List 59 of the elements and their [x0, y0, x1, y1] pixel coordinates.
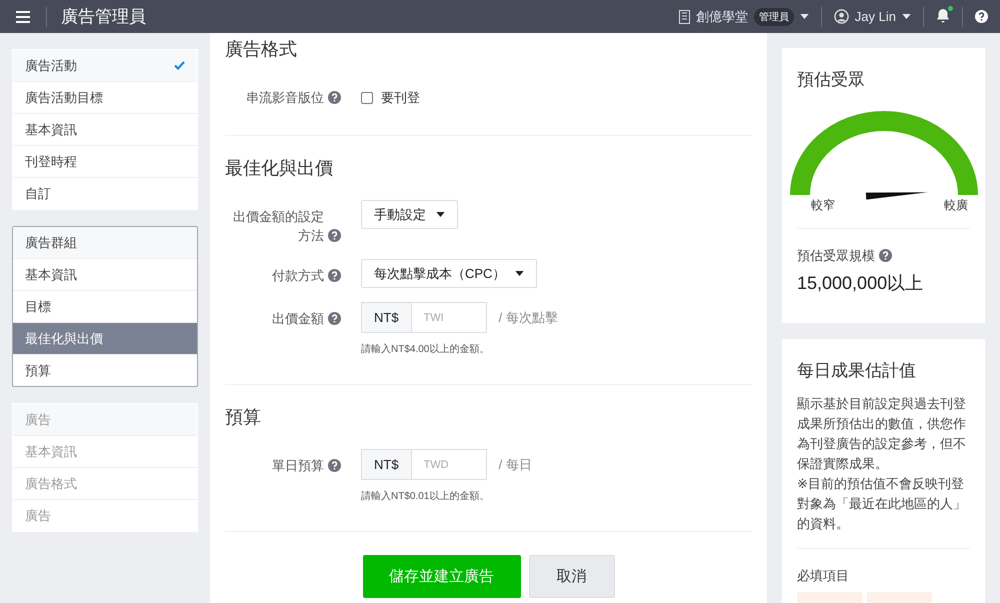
section-title: 預算 — [225, 406, 262, 429]
cancel-button[interactable]: 取消 — [528, 555, 614, 598]
nav-item[interactable]: 最佳化與出價 — [13, 322, 197, 354]
nav-item[interactable]: 自訂 — [13, 177, 197, 209]
nav-group-header[interactable]: 廣告群組 — [13, 227, 197, 258]
gauge-max-label: 較廣 — [944, 197, 968, 214]
hint-text: 請輸入NT$4.00以上的金額。 — [361, 342, 490, 356]
nav-item[interactable]: 基本資訊 — [13, 113, 197, 145]
caret-icon — [902, 14, 911, 19]
checkbox[interactable] — [361, 92, 373, 104]
help-icon[interactable] — [328, 91, 341, 104]
user-icon[interactable] — [834, 9, 849, 24]
description-text: 顯示基於目前設定與過去刊登成果所預估出的數值，供您作為刊登廣告的設定參考，但不保證實際成果。 — [797, 395, 967, 473]
unit-label: / 每次點擊 — [498, 308, 558, 326]
unit-label: / 每日 — [498, 456, 532, 474]
role-badge: 管理員 — [754, 8, 794, 26]
card-title: 每日成果估計值 — [797, 360, 917, 382]
caret-icon — [800, 14, 809, 19]
help-icon[interactable] — [975, 10, 988, 23]
checkbox-label: 要刊登 — [381, 89, 420, 107]
nav-item[interactable]: 廣告活動目標 — [13, 81, 197, 113]
caret-icon — [436, 212, 445, 217]
field-label: 出價金額 — [272, 310, 324, 328]
user-name[interactable]: Jay Lin — [854, 9, 896, 24]
gauge-min-label: 較窄 — [811, 197, 835, 214]
nav-item[interactable]: 基本資訊 — [13, 258, 197, 290]
currency-prefix: NT$ — [361, 449, 412, 480]
account-name[interactable]: 創億學堂 — [696, 8, 748, 26]
required-items-title: 必填項目 — [797, 548, 970, 585]
caret-icon — [515, 271, 524, 276]
menu-icon[interactable] — [16, 10, 30, 22]
nav-group-header[interactable]: 廣告活動 — [13, 50, 197, 81]
app-title: 廣告管理員 — [60, 6, 147, 28]
hint-text: 請輸入NT$0.01以上的金額。 — [361, 490, 490, 503]
audience-size-value: 15,000,000以上 — [797, 272, 924, 295]
help-icon[interactable] — [328, 459, 341, 472]
help-icon[interactable] — [328, 312, 341, 325]
bell-icon[interactable] — [936, 8, 950, 22]
building-icon — [678, 10, 690, 24]
amount-field[interactable]: TWI — [412, 302, 487, 333]
section-title: 廣告格式 — [225, 38, 298, 61]
section-title: 最佳化與出價 — [225, 157, 334, 180]
nav-item[interactable]: 預算 — [13, 354, 197, 386]
audience-size-label: 預估受眾規模 — [797, 248, 875, 263]
note-text: ※目前的預估值不會反映刊登對象為「最近在此地區的人」的資料。 — [797, 475, 967, 533]
dropdown[interactable]: 每次點擊成本（CPC） — [361, 259, 538, 288]
gauge-needle — [866, 192, 928, 200]
nav-item[interactable]: 刊登時程 — [13, 145, 197, 177]
currency-prefix: NT$ — [361, 302, 412, 333]
dropdown[interactable]: 手動設定 — [361, 200, 458, 229]
help-icon[interactable] — [328, 229, 341, 242]
field-label: 付款方式 — [272, 267, 324, 285]
field-label: 出價金額的設定方法 — [232, 208, 324, 245]
field-label: 串流影音版位 — [246, 89, 324, 107]
help-icon[interactable] — [328, 269, 341, 282]
amount-field[interactable]: TWD — [412, 449, 487, 480]
help-icon[interactable] — [879, 249, 892, 262]
card-title: 預估受眾 — [797, 69, 866, 91]
field-label: 單日預算 — [272, 457, 324, 475]
